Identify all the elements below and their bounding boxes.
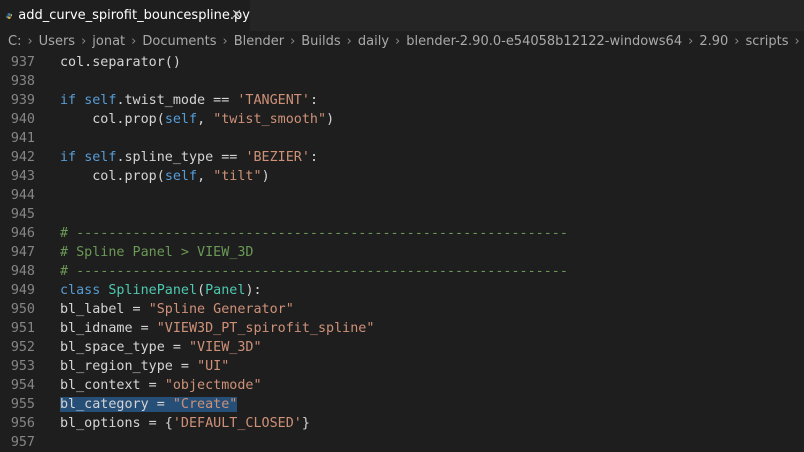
breadcrumb-item[interactable]: scripts [745,34,788,49]
breadcrumb-item[interactable]: Documents [142,34,216,49]
line-number: 952 [10,340,35,355]
line-number: 938 [10,74,35,89]
code-line[interactable]: 944 [0,186,804,205]
line-code: bl_options = {'DEFAULT_CLOSED'} [60,416,310,431]
code-line[interactable]: 952 bl_space_type = "VIEW_3D" [0,338,804,357]
line-code: bl_category = "Create" [60,397,238,412]
code-line[interactable]: 955 bl_category = "Create" [0,395,804,414]
line-number: 946 [10,226,35,241]
code-line[interactable]: 948 # -----------------------------------… [0,262,804,281]
breadcrumb-separator-icon: › [290,34,296,49]
line-code: bl_region_type = "UI" [60,359,230,374]
code-line[interactable]: 942 if self.spline_type == 'BEZIER': [0,148,804,167]
breadcrumb-item[interactable]: blender-2.90.0-e54058b12122-windows64 [406,34,682,49]
code-line[interactable]: 951 bl_idname = "VIEW3D_PT_spirofit_splin… [0,319,804,338]
line-code: col.prop(self, "twist_smooth") [60,112,335,127]
code-line[interactable]: 950 bl_label = "Spline Generator" [0,300,804,319]
line-code: bl_space_type = "VIEW_3D" [60,340,262,355]
code-line[interactable]: 938 [0,72,804,91]
line-number: 944 [10,188,35,203]
breadcrumb-separator-icon: › [395,34,401,49]
line-code: # --------------------------------------… [60,264,568,279]
tab-label: add_curve_spirofit_bouncespline.py [18,8,250,23]
code-line[interactable]: 945 [0,205,804,224]
breadcrumb-separator-icon: › [27,34,33,49]
code-line[interactable]: 953 bl_region_type = "UI" [0,357,804,376]
breadcrumb: C: › Users › jonat › Documents › Blender › Builds ›… [0,31,804,53]
code-line[interactable]: 954 bl_context = "objectmode" [0,376,804,395]
line-number: 943 [10,169,35,184]
close-tab-icon[interactable]: × [231,7,242,22]
line-code: # --------------------------------------… [60,226,568,241]
line-number: 945 [10,207,35,222]
line-number: 949 [10,283,35,298]
breadcrumb-separator-icon: › [222,34,228,49]
line-number: 956 [10,416,35,431]
code-line[interactable]: 946 # -----------------------------------… [0,224,804,243]
line-code: bl_idname = "VIEW3D_PT_spirofit_spline" [60,321,375,336]
breadcrumb-item[interactable]: 2.90 [699,34,728,49]
line-number: 948 [10,264,35,279]
breadcrumb-separator-icon: › [734,34,740,49]
breadcrumb-item[interactable]: Builds [301,34,340,49]
line-code: col.prop(self, "tilt") [60,169,270,184]
line-number: 941 [10,131,35,146]
line-number: 955 [10,397,35,412]
breadcrumb-separator-icon: › [81,34,87,49]
code-line[interactable]: 941 [0,129,804,148]
line-number: 942 [10,150,35,165]
breadcrumb-separator-icon: › [794,34,800,49]
breadcrumb-separator-icon: › [688,34,694,49]
code-line[interactable]: 949 class SplinePanel(Panel): [0,281,804,300]
breadcrumb-item[interactable]: Blender [234,34,284,49]
line-code: class SplinePanel(Panel): [60,283,262,298]
line-number: 957 [10,435,35,450]
line-number: 939 [10,93,35,108]
line-code: bl_label = "Spline Generator" [60,302,294,317]
python-file-icon [6,12,13,19]
breadcrumb-separator-icon: › [131,34,137,49]
line-code: bl_context = "objectmode" [60,378,262,393]
line-code: if self.twist_mode == 'TANGENT': [60,93,318,108]
code-editor[interactable]: 937 col.separator() 938 939 if self.twist_mo… [0,53,804,452]
breadcrumb-item[interactable]: daily [358,34,389,49]
breadcrumb-item[interactable]: jonat [92,34,125,49]
tab-python-file[interactable]: add_curve_spirofit_bouncespline.py × [0,0,250,31]
code-line[interactable]: 957 [0,433,804,452]
code-line[interactable]: 956 bl_options = {'DEFAULT_CLOSED'} [0,414,804,433]
breadcrumb-separator-icon: › [346,34,352,49]
tab-bar: add_curve_spirofit_bouncespline.py × [0,0,804,31]
line-number: 954 [10,378,35,393]
line-number: 940 [10,112,35,127]
breadcrumb-item[interactable]: Users [39,34,75,49]
code-line[interactable]: 937 col.separator() [0,53,804,72]
code-line[interactable]: 939 if self.twist_mode == 'TANGENT': [0,91,804,110]
line-number: 947 [10,245,35,260]
code-line[interactable]: 943 col.prop(self, "tilt") [0,167,804,186]
line-number: 953 [10,359,35,374]
code-line[interactable]: 940 col.prop(self, "twist_smooth") [0,110,804,129]
line-code: if self.spline_type == 'BEZIER': [60,150,318,165]
line-code: col.separator() [60,55,181,70]
code-line[interactable]: 947 # Spline Panel > VIEW_3D [0,243,804,262]
line-number: 951 [10,321,35,336]
breadcrumb-item[interactable]: C: [0,34,21,49]
line-number: 950 [10,302,35,317]
line-code: # Spline Panel > VIEW_3D [60,245,254,260]
line-number: 937 [10,55,35,70]
